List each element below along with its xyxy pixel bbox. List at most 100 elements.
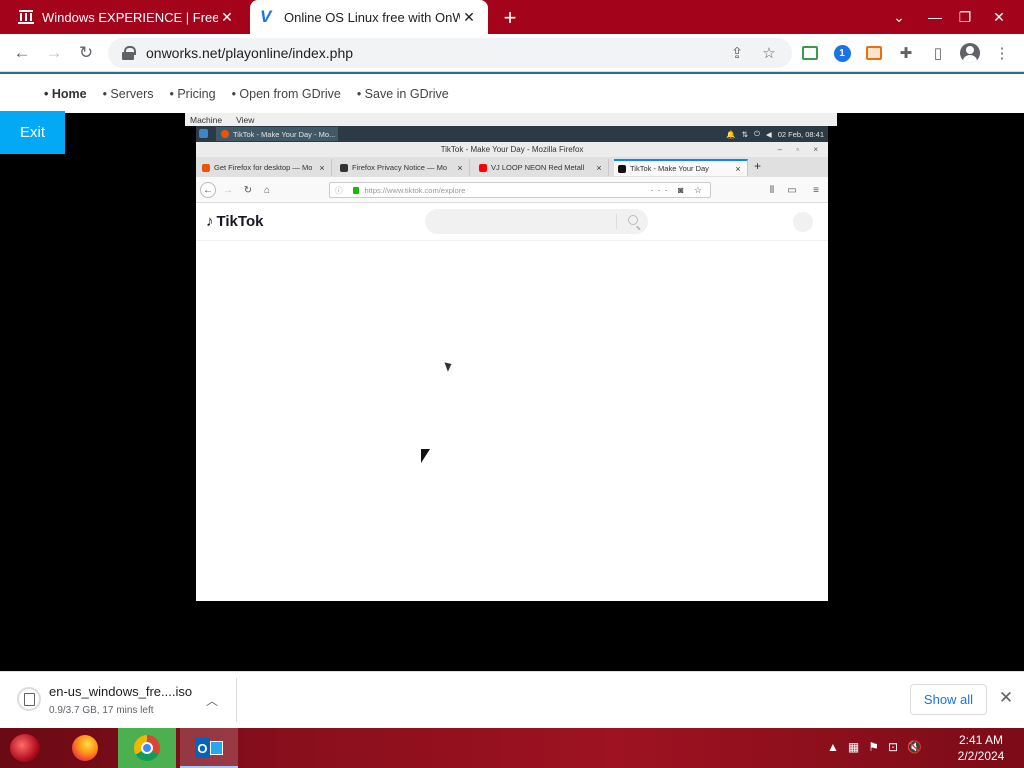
firefox-window-controls-icon[interactable]: – ▫ × — [778, 142, 824, 157]
nav-save-gdrive[interactable]: • Save in GDrive — [357, 87, 449, 101]
chevron-up-icon[interactable]: ︿ — [206, 692, 218, 709]
firefox-url-bar[interactable]: ⓘ https://www.tiktok.com/explore ··· ◙ ☆ — [329, 182, 711, 198]
firefox-window-title: TikTok - Make Your Day - Mozilla Firefox — [440, 145, 584, 154]
library-icon[interactable]: ⫴ — [764, 182, 780, 198]
firefox-forward-icon[interactable]: → — [220, 182, 236, 198]
browser-toolbar: ← → ↻ onworks.net/playonline/index.php ⇪… — [0, 34, 1024, 72]
extension-screen-icon[interactable] — [863, 42, 885, 64]
tab-windows-experience[interactable]: Windows EXPERIENCE | Freestyle ✕ — [8, 0, 246, 34]
power-icon[interactable]: ⏻ — [754, 129, 760, 139]
volume-icon[interactable]: ◀ — [766, 130, 772, 139]
loading-cursor-icon — [444, 360, 454, 372]
nav-pricing[interactable]: • Pricing — [170, 87, 216, 101]
mouse-cursor-icon — [421, 449, 430, 463]
network-share-icon[interactable]: ▦ — [848, 740, 859, 754]
flag-icon[interactable]: ⚑ — [868, 740, 879, 754]
lock-icon — [122, 46, 136, 60]
onworks-v-icon: V — [260, 7, 272, 26]
vm-menu-view[interactable]: View — [236, 115, 254, 125]
restore-icon[interactable]: ❐ — [950, 0, 980, 34]
start-button-icon[interactable] — [10, 734, 40, 762]
profile-avatar-icon[interactable] — [959, 42, 981, 64]
mozilla-m-icon — [340, 163, 348, 172]
new-tab-button[interactable]: + — [498, 5, 522, 31]
reload-icon[interactable]: ↻ — [74, 42, 98, 64]
network-icon[interactable]: ⊡ — [888, 740, 898, 754]
taskbar-firefox[interactable] — [56, 728, 114, 768]
back-arrow-icon[interactable]: ← — [10, 42, 34, 64]
side-panel-icon[interactable]: ▯ — [927, 42, 949, 64]
chrome-icon — [134, 735, 160, 761]
extension-badge-icon[interactable]: 1 — [831, 42, 853, 64]
close-icon[interactable]: ✕ — [997, 688, 1015, 708]
system-tray: ▲ ▦ ⚑ ⊡ 🔇 — [827, 740, 922, 754]
tiktok-avatar[interactable] — [793, 212, 813, 232]
museum-icon — [18, 10, 34, 24]
firefox-tabstrip: Get Firefox for desktop — Mo × Firefox P… — [196, 157, 828, 177]
tiktok-logo[interactable]: ♪ TikTok — [206, 213, 263, 230]
firefox-tab-close-icon[interactable]: × — [455, 163, 465, 173]
vm-menu-machine[interactable]: Machine — [190, 115, 222, 125]
address-bar[interactable]: onworks.net/playonline/index.php — [108, 38, 792, 68]
minimize-icon[interactable]: — — [920, 0, 950, 34]
firefox-reload-icon[interactable]: ↻ — [240, 182, 256, 198]
download-file-name[interactable]: en-us_windows_fre....iso — [49, 684, 192, 699]
volume-muted-icon[interactable]: 🔇 — [907, 740, 922, 754]
firefox-navbar: ← → ↻ ⌂ ⓘ https://www.tiktok.com/explore… — [196, 177, 828, 203]
linux-task-button[interactable]: TikTok - Make Your Day - Mo... — [216, 127, 338, 141]
system-clock[interactable]: 2:41 AM 2/2/2024 — [950, 732, 1012, 764]
secure-lock-icon — [352, 186, 359, 194]
firefox-menu-icon[interactable]: ≡ — [808, 182, 824, 198]
forward-arrow-icon[interactable]: → — [42, 42, 66, 64]
firefox-icon — [202, 163, 210, 172]
clock-date: 2/2/2024 — [957, 749, 1005, 763]
taskbar-outlook[interactable]: O — [180, 728, 238, 768]
share-icon[interactable]: ⇪ — [726, 42, 748, 64]
firefox-tab[interactable]: Get Firefox for desktop — Mo × — [198, 159, 332, 176]
firefox-tab-active[interactable]: TikTok - Make Your Day × — [614, 159, 748, 176]
extension-monitor-icon[interactable] — [799, 42, 821, 64]
firefox-tab-close-icon[interactable]: × — [733, 164, 743, 174]
firefox-tab-label: TikTok - Make Your Day — [630, 164, 709, 173]
firefox-new-tab-icon[interactable]: + — [754, 159, 761, 173]
nav-open-gdrive[interactable]: • Open from GDrive — [232, 87, 341, 101]
firefox-tab[interactable]: VJ LOOP NEON Red Metall × — [475, 159, 609, 176]
tiktok-logo-text: TikTok — [216, 213, 264, 230]
firefox-tab-label: Get Firefox for desktop — Mo — [214, 163, 313, 172]
vm-screen[interactable]: TikTok - Make Your Day - Mo... 🔔 ⇅ ⏻ ◀ 0… — [196, 126, 828, 601]
linux-menu-icon[interactable] — [199, 129, 208, 138]
tab-close-icon[interactable]: ✕ — [460, 9, 478, 26]
menu-kebab-icon[interactable]: ⋮ — [991, 42, 1013, 64]
tab-strip: Windows EXPERIENCE | Freestyle ✕ V Onlin… — [0, 0, 1024, 34]
tab-search-chevron-icon[interactable]: ⌄ — [884, 0, 914, 34]
bell-icon[interactable]: 🔔 — [726, 130, 735, 139]
tiktok-search-input[interactable] — [425, 209, 648, 234]
url-text: onworks.net/playonline/index.php — [146, 45, 354, 61]
tiktok-note-icon: ♪ — [206, 213, 214, 230]
firefox-tab[interactable]: Firefox Privacy Notice — Mo × — [336, 159, 470, 176]
extensions-puzzle-icon[interactable]: ✚ — [895, 42, 917, 64]
network-icon[interactable]: ⇅ — [742, 130, 748, 139]
nav-servers[interactable]: • Servers — [103, 87, 154, 101]
firefox-tab-close-icon[interactable]: × — [317, 163, 327, 173]
tab-onworks[interactable]: V Online OS Linux free with OnWorks ✕ — [250, 0, 488, 34]
tab-label: Online OS Linux free with OnWorks — [284, 9, 460, 25]
download-file-icon — [17, 687, 41, 711]
firefox-home-icon[interactable]: ⌂ — [259, 182, 275, 198]
page-actions-icon[interactable]: ··· ◙ ☆ — [651, 185, 707, 196]
tab-close-icon[interactable]: ✕ — [218, 9, 236, 26]
firefox-url-text: https://www.tiktok.com/explore — [364, 185, 466, 195]
tab-label: Windows EXPERIENCE | Freestyle — [42, 9, 218, 25]
bookmark-star-icon[interactable]: ☆ — [758, 42, 780, 64]
firefox-tab-close-icon[interactable]: × — [594, 163, 604, 173]
taskbar-chrome[interactable] — [118, 728, 176, 768]
show-hidden-icons-chevron-icon[interactable]: ▲ — [827, 740, 839, 754]
linux-clock: 02 Feb, 08:41 — [777, 129, 824, 139]
window-close-icon[interactable]: ✕ — [984, 0, 1014, 34]
nav-home[interactable]: • Home — [44, 87, 87, 101]
search-icon[interactable] — [628, 215, 638, 225]
sidebar-icon[interactable]: ▭ — [784, 182, 800, 198]
show-all-button[interactable]: Show all — [910, 684, 987, 715]
exit-button[interactable]: Exit — [0, 111, 65, 154]
firefox-back-icon[interactable]: ← — [200, 182, 216, 198]
